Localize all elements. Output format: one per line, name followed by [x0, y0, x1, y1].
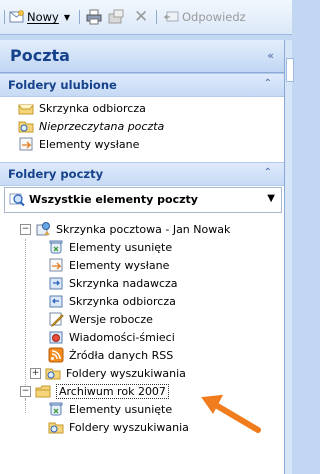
favorite-unread-label: Nieprzeczytana poczta — [39, 119, 165, 133]
collapse-archive-icon[interactable]: − — [20, 385, 31, 397]
rss-icon — [48, 347, 64, 363]
search-folder-icon — [18, 121, 34, 133]
folder-rss-label: Źródła danych RSS — [69, 348, 174, 362]
print-icon — [86, 9, 102, 25]
move-folder-button[interactable] — [108, 9, 124, 25]
delete-icon: ✕ — [134, 7, 149, 27]
all-mail-items-label: Wszystkie elementy poczty — [29, 193, 198, 206]
folder-deleted-items-label: Elementy usunięte — [69, 240, 173, 254]
move-to-folder-icon — [108, 9, 124, 24]
mailbox-label: Skrzynka pocztowa - Jan Nowak — [56, 222, 231, 236]
folder-junk-label: Wiadomości-śmieci — [69, 330, 175, 344]
navigation-pane: Poczta « Foldery ulubione ⌃ Skrzynka odb… — [0, 40, 285, 474]
archive-search-folders[interactable]: Foldery wyszukiwania — [48, 418, 189, 436]
sent-items-icon — [19, 137, 33, 151]
mail-folders-header-label: Foldery poczty — [8, 167, 104, 181]
folder-outbox[interactable]: Skrzynka nadawcza — [48, 274, 178, 292]
favorite-inbox[interactable]: Skrzynka odbiorcza — [18, 99, 146, 117]
folder-sent-items-label: Elementy wysłane — [69, 258, 170, 272]
archive-deleted-items-label: Elementy usunięte — [69, 402, 173, 416]
mail-folders-header[interactable]: Foldery poczty ⌃ — [0, 162, 284, 186]
folder-search-folders-label: Foldery wyszukiwania — [66, 366, 186, 380]
archive-folder-icon — [35, 385, 51, 398]
pane-title: Poczta — [10, 46, 70, 65]
deleted-items-icon — [49, 240, 63, 254]
archive-label: Archiwum rok 2007 — [56, 383, 169, 399]
folder-inbox[interactable]: Skrzynka odbiorcza — [48, 292, 176, 310]
reply-label: Odpowiedz — [182, 10, 246, 24]
content-edge-top — [286, 58, 294, 82]
chevron-up-icon[interactable]: ⌃ — [264, 167, 272, 178]
deleted-items-icon — [49, 402, 63, 416]
inbox-icon — [49, 295, 63, 308]
archive-root[interactable]: − Archiwum rok 2007 — [20, 382, 169, 400]
folder-inbox-label: Skrzynka odbiorcza — [69, 294, 176, 308]
reply-icon — [163, 11, 179, 22]
search-icon — [9, 193, 25, 207]
folder-drafts[interactable]: Wersje robocze — [48, 310, 153, 328]
mailbox-icon — [36, 222, 50, 236]
print-button[interactable] — [86, 9, 102, 25]
folder-drafts-label: Wersje robocze — [69, 312, 153, 326]
favorites-header[interactable]: Foldery ulubione ⌃ — [0, 73, 284, 97]
folder-search-folders[interactable]: + Foldery wyszukiwania — [30, 364, 186, 382]
all-mail-items-selector[interactable]: Wszystkie elementy poczty ▼ — [4, 187, 282, 213]
new-mail-icon — [9, 10, 24, 23]
new-button[interactable]: Nowy ▼ — [4, 9, 70, 25]
mailbox-root[interactable]: − Skrzynka pocztowa - Jan Nowak — [20, 220, 230, 238]
expand-search-folders-icon[interactable]: + — [30, 367, 41, 379]
folder-outbox-label: Skrzynka nadawcza — [69, 276, 178, 290]
pane-header: Poczta « — [0, 40, 284, 73]
folder-junk[interactable]: Wiadomości-śmieci — [48, 328, 175, 346]
search-folder-icon — [48, 422, 64, 434]
chevron-up-icon[interactable]: ⌃ — [264, 78, 272, 89]
collapse-pane-icon[interactable]: « — [267, 49, 274, 62]
favorite-inbox-label: Skrzynka odbiorcza — [39, 101, 146, 115]
chevron-down-icon[interactable]: ▼ — [267, 193, 275, 204]
new-label: Nowy — [27, 10, 59, 24]
favorite-sent-label: Elementy wysłane — [39, 137, 140, 151]
folder-deleted-items[interactable]: Elementy usunięte — [48, 238, 172, 256]
inbox-icon — [18, 104, 34, 115]
favorite-sent[interactable]: Elementy wysłane — [18, 135, 139, 153]
reply-button[interactable]: Odpowiedz — [163, 9, 246, 25]
junk-mail-icon — [49, 331, 63, 344]
annotation-arrow-icon — [201, 394, 261, 433]
drafts-icon — [49, 312, 64, 327]
collapse-mailbox-icon[interactable]: − — [20, 223, 31, 235]
favorite-unread[interactable]: Nieprzeczytana poczta — [18, 117, 164, 135]
folder-rss[interactable]: Źródła danych RSS — [48, 346, 173, 364]
search-folder-icon — [45, 368, 61, 380]
sent-items-icon — [49, 258, 63, 272]
new-dropdown-icon[interactable]: ▼ — [64, 13, 70, 22]
toolbar: Nowy ▼ ✕ Odpowiedz — [0, 0, 292, 35]
content-edge — [285, 40, 292, 474]
delete-button[interactable]: ✕ — [134, 7, 149, 27]
folder-sent-items[interactable]: Elementy wysłane — [48, 256, 169, 274]
archive-search-folders-label: Foldery wyszukiwania — [69, 420, 189, 434]
outbox-icon — [49, 277, 63, 290]
favorites-header-label: Foldery ulubione — [8, 78, 117, 92]
archive-deleted-items[interactable]: Elementy usunięte — [48, 400, 172, 418]
